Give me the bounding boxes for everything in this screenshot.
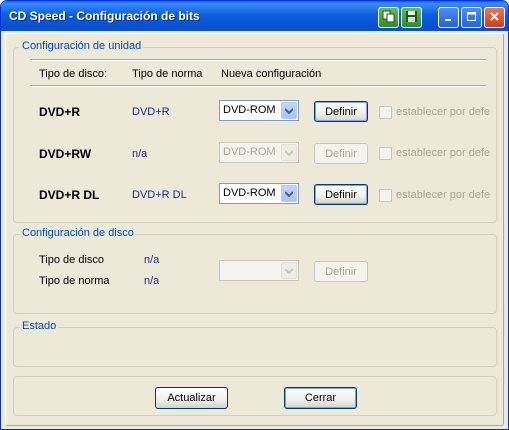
copy-icon <box>382 10 395 26</box>
save-button[interactable] <box>401 7 422 28</box>
status-group: Estado <box>13 320 497 367</box>
header-norm-type: Tipo de norma <box>132 68 203 80</box>
disc-define-button[interactable]: Definir <box>314 261 368 282</box>
close-icon <box>489 11 500 25</box>
row-norm-type: DVD+R DL <box>132 189 187 201</box>
header-disc-type: Tipo de disco: <box>39 68 108 80</box>
disc-config-title: Configuración de disco <box>20 227 136 239</box>
row-disc-type: DVD+R <box>39 105 81 119</box>
disc-config-select[interactable] <box>219 260 299 281</box>
disc-type-value: n/a <box>144 254 160 266</box>
chevron-down-icon <box>281 102 297 119</box>
maximize-button[interactable] <box>461 7 482 28</box>
refresh-button[interactable]: Actualizar <box>155 387 228 409</box>
floppy-disk-icon <box>405 10 418 26</box>
dvd-rw-define-button[interactable]: Definir <box>314 143 368 164</box>
title-bar[interactable]: CD Speed - Configuración de bits <box>1 1 508 31</box>
chevron-down-icon <box>281 144 297 161</box>
close-button[interactable]: Cerrar <box>284 387 357 409</box>
row-norm-type: DVD+R <box>132 106 170 118</box>
header-new-config: Nueva configuración <box>221 68 322 80</box>
dvd-r-default-label: establecer por defe <box>396 106 491 118</box>
dvd-r-dl-default-label: establecer por defe <box>396 189 491 201</box>
chevron-down-icon <box>281 262 297 279</box>
dvd-r-dl-define-button[interactable]: Definir <box>314 184 368 205</box>
select-value: DVD-ROM <box>223 146 276 158</box>
row-disc-type: DVD+R DL <box>39 188 100 202</box>
status-title: Estado <box>20 320 59 332</box>
select-value: DVD-ROM <box>223 104 276 116</box>
minimize-icon <box>443 11 454 25</box>
chevron-down-icon <box>281 185 297 202</box>
row-disc-type: DVD+RW <box>39 147 92 161</box>
norm-type-label: Tipo de norma <box>39 275 110 287</box>
app-window: CD Speed - Configuración de bits Configu… <box>0 0 509 430</box>
copy-button[interactable] <box>378 7 399 28</box>
close-window-button[interactable] <box>484 7 505 28</box>
header-bottom-separator <box>30 85 486 87</box>
dvd-rw-default-checkbox[interactable] <box>379 147 392 160</box>
row-norm-type: n/a <box>132 148 148 160</box>
minimize-button[interactable] <box>438 7 459 28</box>
dvd-r-dl-default-checkbox[interactable] <box>379 189 392 202</box>
header-top-separator <box>30 59 486 61</box>
dvd-r-define-button[interactable]: Definir <box>314 101 368 122</box>
dvd-rw-default-label: establecer por defe <box>396 147 491 159</box>
window-title: CD Speed - Configuración de bits <box>9 9 200 23</box>
dvd-r-dl-config-select[interactable]: DVD-ROM <box>219 183 299 204</box>
dvd-rw-config-select[interactable]: DVD-ROM <box>219 142 299 163</box>
dvd-r-default-checkbox[interactable] <box>379 106 392 119</box>
maximize-icon <box>466 11 477 25</box>
disc-type-label: Tipo de disco <box>39 254 105 266</box>
norm-type-value: n/a <box>144 275 160 287</box>
select-value: DVD-ROM <box>223 187 276 199</box>
dvd-r-config-select[interactable]: DVD-ROM <box>219 100 299 121</box>
footer-group <box>13 376 497 416</box>
unit-config-title: Configuración de unidad <box>20 40 144 52</box>
